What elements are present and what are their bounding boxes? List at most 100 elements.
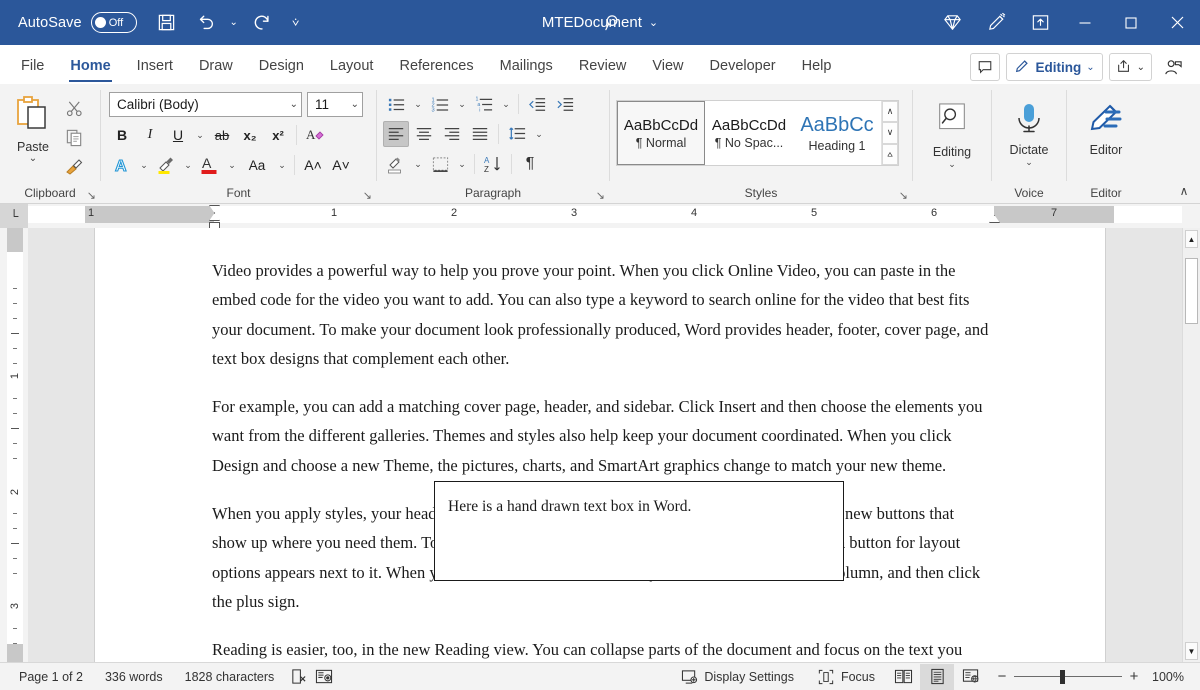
shading-icon[interactable] bbox=[383, 151, 409, 177]
increase-indent-icon[interactable] bbox=[552, 91, 578, 117]
title-chevron-down-icon[interactable]: ⌄ bbox=[649, 16, 658, 29]
share-button[interactable]: ⌄ bbox=[1109, 53, 1152, 81]
word-count[interactable]: 336 words bbox=[94, 664, 174, 690]
tab-view[interactable]: View bbox=[639, 48, 696, 84]
dictate-button[interactable]: Dictate ⌄ bbox=[997, 98, 1061, 166]
line-spacing-icon[interactable] bbox=[504, 121, 530, 147]
print-layout-icon[interactable] bbox=[920, 664, 954, 690]
grow-font-button[interactable]: A˄ bbox=[300, 152, 326, 178]
change-case-chevron-down-icon[interactable]: ⌄ bbox=[275, 160, 289, 171]
dictate-chevron-down-icon[interactable]: ⌄ bbox=[1025, 158, 1033, 166]
multilevel-chevron-down-icon[interactable]: ⌄ bbox=[499, 99, 513, 110]
editing-button[interactable]: Editing ⌄ bbox=[918, 100, 986, 168]
font-name-combo[interactable]: Calibri (Body) ⌄ bbox=[109, 92, 302, 117]
bullets-icon[interactable] bbox=[383, 91, 409, 117]
font-dialog-launcher[interactable]: ↘ bbox=[363, 186, 372, 206]
autosave-toggle[interactable]: Off bbox=[91, 12, 137, 33]
tab-design[interactable]: Design bbox=[246, 48, 317, 84]
character-count[interactable]: 1828 characters bbox=[174, 664, 286, 690]
zoom-slider-track[interactable] bbox=[1014, 676, 1122, 678]
tab-mailings[interactable]: Mailings bbox=[487, 48, 566, 84]
vertical-scrollbar[interactable]: ▲ ▼ bbox=[1182, 228, 1200, 662]
share-chevron-down-icon[interactable]: ⌄ bbox=[1137, 62, 1145, 73]
comment-icon[interactable] bbox=[970, 53, 1000, 81]
line-spacing-chevron-down-icon[interactable]: ⌄ bbox=[532, 129, 546, 140]
tab-home[interactable]: Home bbox=[57, 48, 123, 84]
numbering-chevron-down-icon[interactable]: ⌄ bbox=[455, 99, 469, 110]
accessibility-icon[interactable] bbox=[311, 664, 337, 690]
zoom-slider-thumb[interactable] bbox=[1060, 670, 1065, 684]
scroll-down-button[interactable]: ▼ bbox=[1185, 642, 1198, 660]
text-effects-icon[interactable]: A bbox=[109, 152, 135, 178]
show-formatting-marks-button[interactable]: ¶ bbox=[517, 151, 543, 177]
align-left-icon[interactable] bbox=[383, 121, 409, 147]
close-button[interactable] bbox=[1154, 0, 1200, 45]
align-center-icon[interactable] bbox=[411, 121, 437, 147]
zoom-control[interactable]: − + 100% bbox=[988, 668, 1192, 685]
style-no-spacing[interactable]: AaBbCcDd ¶ No Spac... bbox=[705, 101, 793, 165]
paste-button[interactable]: Paste ⌄ bbox=[5, 90, 61, 163]
tab-file[interactable]: File bbox=[8, 48, 57, 84]
paste-chevron-down-icon[interactable]: ⌄ bbox=[29, 155, 37, 163]
maximize-button[interactable] bbox=[1108, 0, 1154, 45]
undo-icon[interactable] bbox=[189, 6, 223, 40]
save-icon[interactable] bbox=[150, 6, 184, 40]
zoom-out-button[interactable]: − bbox=[996, 668, 1008, 685]
proofing-errors-icon[interactable] bbox=[285, 664, 311, 690]
text-box-content[interactable]: Here is a hand drawn text box in Word. bbox=[435, 482, 843, 517]
sort-icon[interactable]: A Z bbox=[480, 151, 506, 177]
paragraph-4[interactable]: Reading is easier, too, in the new Readi… bbox=[212, 635, 992, 662]
diamond-icon[interactable] bbox=[930, 0, 974, 45]
styles-more-button[interactable]: ⩟ bbox=[882, 144, 898, 165]
multilevel-list-icon[interactable]: 1 a i bbox=[471, 91, 497, 117]
highlight-chevron-down-icon[interactable]: ⌄ bbox=[181, 160, 195, 171]
scrollbar-track[interactable] bbox=[1183, 250, 1200, 640]
format-painter-icon[interactable] bbox=[61, 154, 87, 178]
superscript-button[interactable]: x² bbox=[265, 122, 291, 148]
shading-chevron-down-icon[interactable]: ⌄ bbox=[411, 159, 425, 170]
styles-dialog-launcher[interactable]: ↘ bbox=[899, 186, 908, 206]
borders-icon[interactable] bbox=[427, 151, 453, 177]
minimize-button[interactable] bbox=[1062, 0, 1108, 45]
font-color-chevron-down-icon[interactable]: ⌄ bbox=[225, 160, 239, 171]
editor-button[interactable]: Editor bbox=[1072, 100, 1140, 157]
copy-icon[interactable] bbox=[61, 125, 87, 149]
paragraph-2[interactable]: For example, you can add a matching cove… bbox=[212, 392, 992, 480]
tab-draw[interactable]: Draw bbox=[186, 48, 246, 84]
tab-review[interactable]: Review bbox=[566, 48, 640, 84]
styles-scroll-down-button[interactable]: ∨ bbox=[882, 122, 898, 143]
subscript-button[interactable]: x₂ bbox=[237, 122, 263, 148]
zoom-level[interactable]: 100% bbox=[1146, 670, 1184, 684]
undo-dropdown-caret[interactable]: ⌄ bbox=[223, 6, 245, 40]
editing-mode-button[interactable]: Editing ⌄ bbox=[1006, 53, 1102, 81]
numbering-icon[interactable]: 1 2 3 bbox=[427, 91, 453, 117]
chevron-down-icon[interactable]: ⌄ bbox=[1086, 62, 1094, 73]
style-heading-1[interactable]: AaBbCс Heading 1 bbox=[793, 101, 881, 165]
tab-help[interactable]: Help bbox=[789, 48, 845, 84]
tab-developer[interactable]: Developer bbox=[697, 48, 789, 84]
document-canvas[interactable]: Video provides a powerful way to help yo… bbox=[28, 228, 1182, 662]
italic-button[interactable]: I bbox=[137, 122, 163, 148]
scissors-icon[interactable] bbox=[61, 96, 87, 120]
scrollbar-thumb[interactable] bbox=[1185, 258, 1198, 324]
chevron-down-icon[interactable]: ⌄ bbox=[286, 99, 298, 110]
hand-drawn-text-box[interactable]: Here is a hand drawn text box in Word. bbox=[434, 481, 844, 581]
font-color-icon[interactable]: A bbox=[197, 152, 223, 178]
display-settings-button[interactable]: Display Settings bbox=[668, 664, 805, 690]
web-layout-icon[interactable] bbox=[954, 664, 988, 690]
horizontal-ruler[interactable]: 1 1 2 3 4 5 6 7 bbox=[28, 204, 1200, 228]
highlight-color-icon[interactable] bbox=[153, 152, 179, 178]
pen-highlight-icon[interactable] bbox=[974, 0, 1018, 45]
focus-button[interactable]: Focus bbox=[805, 664, 886, 690]
font-size-combo[interactable]: 11 ⌄ bbox=[307, 92, 363, 117]
paragraph-dialog-launcher[interactable]: ↘ bbox=[596, 186, 605, 206]
borders-chevron-down-icon[interactable]: ⌄ bbox=[455, 159, 469, 170]
read-mode-icon[interactable] bbox=[886, 664, 920, 690]
present-icon[interactable] bbox=[1018, 0, 1062, 45]
bold-button[interactable]: B bbox=[109, 122, 135, 148]
redo-icon[interactable] bbox=[245, 6, 279, 40]
editing-chevron-down-icon[interactable]: ⌄ bbox=[948, 160, 956, 168]
strikethrough-button[interactable]: ab bbox=[209, 122, 235, 148]
clipboard-dialog-launcher[interactable]: ↘ bbox=[87, 186, 96, 206]
clear-formatting-icon[interactable]: A bbox=[302, 122, 328, 148]
